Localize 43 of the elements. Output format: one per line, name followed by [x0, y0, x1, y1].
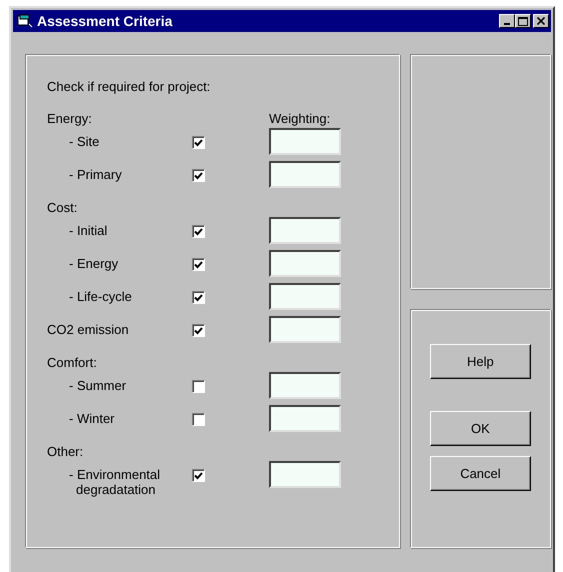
maximize-button[interactable]: [515, 14, 531, 28]
weighting-field[interactable]: [269, 283, 341, 310]
weighting-field[interactable]: [269, 250, 341, 277]
checkbox[interactable]: [192, 291, 205, 304]
criterion-label: - Life-cycle: [68, 289, 133, 304]
criterion-label: CO2 emission: [47, 322, 130, 337]
checkbox[interactable]: [192, 469, 205, 482]
maximize-icon: [518, 16, 528, 26]
checkbox[interactable]: [192, 324, 205, 337]
group-label: Other:: [47, 444, 84, 459]
ok-button[interactable]: OK: [430, 411, 531, 446]
weighting-field[interactable]: [269, 128, 341, 155]
checkbox[interactable]: [192, 225, 205, 238]
weighting-field[interactable]: [269, 372, 341, 399]
criterion-label: - Site: [68, 134, 100, 149]
criterion-label: - Primary: [68, 167, 123, 182]
group-label: Cost:: [47, 200, 78, 215]
weighting-field[interactable]: [269, 316, 341, 343]
criterion-label: - Initial: [68, 223, 108, 238]
criterion-label: - Energy: [68, 256, 120, 271]
window-title: Assessment Criteria: [37, 13, 174, 29]
criterion-label: - Summer: [68, 378, 128, 393]
instruction-text: Check if required for project:: [47, 79, 210, 94]
cancel-button[interactable]: Cancel: [430, 456, 531, 491]
checkbox[interactable]: [192, 380, 205, 393]
column-label: Weighting:: [269, 111, 330, 126]
help-button[interactable]: Help: [430, 344, 531, 379]
minimize-button[interactable]: [499, 14, 515, 28]
criterion-label: - Environmental degradatation: [68, 467, 162, 497]
checkbox[interactable]: [192, 169, 205, 182]
weighting-field[interactable]: [269, 405, 341, 432]
close-icon: [537, 17, 545, 25]
group-label: Energy:: [47, 111, 92, 126]
criterion-label: - Winter: [68, 411, 116, 426]
weighting-field[interactable]: [269, 461, 341, 488]
checkbox[interactable]: [192, 136, 205, 149]
group-label: Comfort:: [47, 355, 97, 370]
checkbox[interactable]: [192, 413, 205, 426]
weighting-field[interactable]: [269, 161, 341, 188]
weighting-field[interactable]: [269, 217, 341, 244]
app-icon: [17, 14, 33, 28]
close-button[interactable]: [533, 14, 549, 28]
checkbox[interactable]: [192, 258, 205, 271]
